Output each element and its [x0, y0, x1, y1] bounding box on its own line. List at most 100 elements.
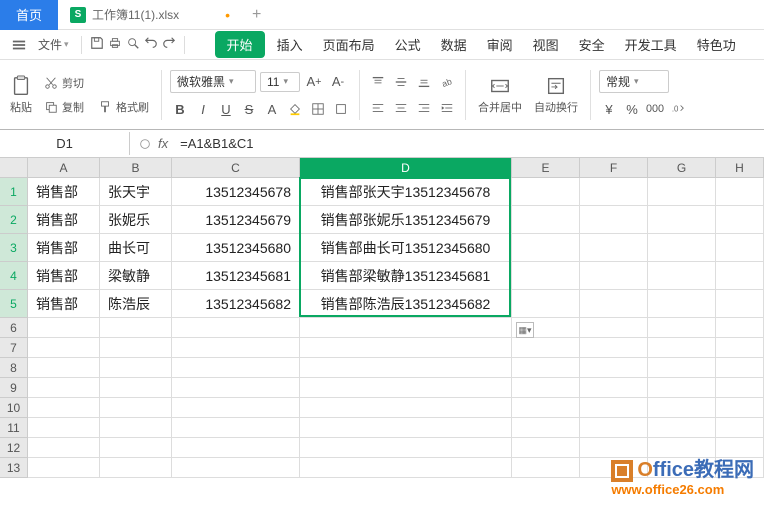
- fx-icon[interactable]: fx: [158, 136, 168, 151]
- bold-icon[interactable]: B: [170, 99, 190, 119]
- underline-icon[interactable]: U: [216, 99, 236, 119]
- row-header-7[interactable]: 7: [0, 338, 28, 358]
- home-tab[interactable]: 首页: [0, 0, 58, 30]
- cell-E13[interactable]: [512, 458, 580, 478]
- cell-F6[interactable]: [580, 318, 648, 338]
- undo-icon[interactable]: [144, 36, 158, 53]
- save-icon[interactable]: [90, 36, 104, 53]
- expand-fbar-icon[interactable]: [138, 137, 152, 151]
- cell-D8[interactable]: [300, 358, 512, 378]
- cell-B8[interactable]: [100, 358, 172, 378]
- cell-C5[interactable]: 13512345682: [172, 290, 300, 318]
- cell-B3[interactable]: 曲长可: [100, 234, 172, 262]
- cell-D1[interactable]: 销售部张天宇13512345678: [300, 178, 512, 206]
- cell-H9[interactable]: [716, 378, 764, 398]
- merge-center-button[interactable]: 合并居中: [474, 73, 526, 117]
- row-header-6[interactable]: 6: [0, 318, 28, 338]
- col-header-C[interactable]: C: [172, 158, 300, 178]
- row-header-8[interactable]: 8: [0, 358, 28, 378]
- cell-B12[interactable]: [100, 438, 172, 458]
- tab-special[interactable]: 特色功: [689, 31, 744, 58]
- cell-B2[interactable]: 张妮乐: [100, 206, 172, 234]
- cell-C3[interactable]: 13512345680: [172, 234, 300, 262]
- cell-A13[interactable]: [28, 458, 100, 478]
- align-center-icon[interactable]: [391, 98, 411, 118]
- cell-C9[interactable]: [172, 378, 300, 398]
- tab-start[interactable]: 开始: [215, 31, 265, 58]
- cell-F4[interactable]: [580, 262, 648, 290]
- cell-B10[interactable]: [100, 398, 172, 418]
- tab-dev-tools[interactable]: 开发工具: [617, 31, 685, 58]
- tab-view[interactable]: 视图: [525, 31, 567, 58]
- cell-G6[interactable]: [648, 318, 716, 338]
- row-header-2[interactable]: 2: [0, 206, 28, 234]
- col-header-G[interactable]: G: [648, 158, 716, 178]
- row-header-9[interactable]: 9: [0, 378, 28, 398]
- orientation-icon[interactable]: ab: [437, 72, 457, 92]
- row-header-11[interactable]: 11: [0, 418, 28, 438]
- clear-format-icon[interactable]: [331, 99, 351, 119]
- cell-A3[interactable]: 销售部: [28, 234, 100, 262]
- autofill-options-icon[interactable]: ▦▾: [516, 322, 534, 338]
- cell-H4[interactable]: [716, 262, 764, 290]
- cell-H3[interactable]: [716, 234, 764, 262]
- cell-G10[interactable]: [648, 398, 716, 418]
- cell-D6[interactable]: [300, 318, 512, 338]
- currency-icon[interactable]: ¥: [599, 99, 619, 119]
- cell-C8[interactable]: [172, 358, 300, 378]
- font-size-picker[interactable]: 11▾: [260, 72, 300, 92]
- cell-C2[interactable]: 13512345679: [172, 206, 300, 234]
- row-header-1[interactable]: 1: [0, 178, 28, 206]
- cell-C6[interactable]: [172, 318, 300, 338]
- cell-F1[interactable]: [580, 178, 648, 206]
- cell-D12[interactable]: [300, 438, 512, 458]
- cell-G1[interactable]: [648, 178, 716, 206]
- cell-F5[interactable]: [580, 290, 648, 318]
- align-bottom-icon[interactable]: [414, 72, 434, 92]
- cell-H10[interactable]: [716, 398, 764, 418]
- cell-A4[interactable]: 销售部: [28, 262, 100, 290]
- cell-C7[interactable]: [172, 338, 300, 358]
- cell-H6[interactable]: [716, 318, 764, 338]
- row-header-12[interactable]: 12: [0, 438, 28, 458]
- cell-A6[interactable]: [28, 318, 100, 338]
- cell-E4[interactable]: [512, 262, 580, 290]
- cell-G11[interactable]: [648, 418, 716, 438]
- percent-icon[interactable]: %: [622, 99, 642, 119]
- italic-icon[interactable]: I: [193, 99, 213, 119]
- cell-G2[interactable]: [648, 206, 716, 234]
- cell-F11[interactable]: [580, 418, 648, 438]
- comma-icon[interactable]: 000: [645, 99, 665, 119]
- cell-B7[interactable]: [100, 338, 172, 358]
- cell-E12[interactable]: [512, 438, 580, 458]
- cell-F10[interactable]: [580, 398, 648, 418]
- indent-icon[interactable]: [437, 98, 457, 118]
- number-format-picker[interactable]: 常规▾: [599, 70, 669, 93]
- font-name-picker[interactable]: 微软雅黑▾: [170, 70, 256, 93]
- cell-B11[interactable]: [100, 418, 172, 438]
- redo-icon[interactable]: [162, 36, 176, 53]
- cell-A1[interactable]: 销售部: [28, 178, 100, 206]
- cell-E11[interactable]: [512, 418, 580, 438]
- app-menu-button[interactable]: [8, 36, 30, 54]
- row-header-13[interactable]: 13: [0, 458, 28, 478]
- cell-E1[interactable]: [512, 178, 580, 206]
- add-tab-button[interactable]: +: [242, 6, 271, 24]
- spreadsheet-grid[interactable]: ABCDEFGH1销售部张天宇13512345678销售部张天宇13512345…: [0, 158, 764, 478]
- name-box[interactable]: D1: [0, 132, 130, 155]
- cell-H11[interactable]: [716, 418, 764, 438]
- tab-security[interactable]: 安全: [571, 31, 613, 58]
- cell-H7[interactable]: [716, 338, 764, 358]
- cell-F2[interactable]: [580, 206, 648, 234]
- format-painter-button[interactable]: 格式刷: [94, 97, 153, 117]
- cell-A10[interactable]: [28, 398, 100, 418]
- cell-B13[interactable]: [100, 458, 172, 478]
- cell-B4[interactable]: 梁敏静: [100, 262, 172, 290]
- cell-G9[interactable]: [648, 378, 716, 398]
- cell-C10[interactable]: [172, 398, 300, 418]
- tab-page-layout[interactable]: 页面布局: [315, 31, 383, 58]
- col-header-D[interactable]: D: [300, 158, 512, 178]
- cell-A11[interactable]: [28, 418, 100, 438]
- cell-E10[interactable]: [512, 398, 580, 418]
- cell-H8[interactable]: [716, 358, 764, 378]
